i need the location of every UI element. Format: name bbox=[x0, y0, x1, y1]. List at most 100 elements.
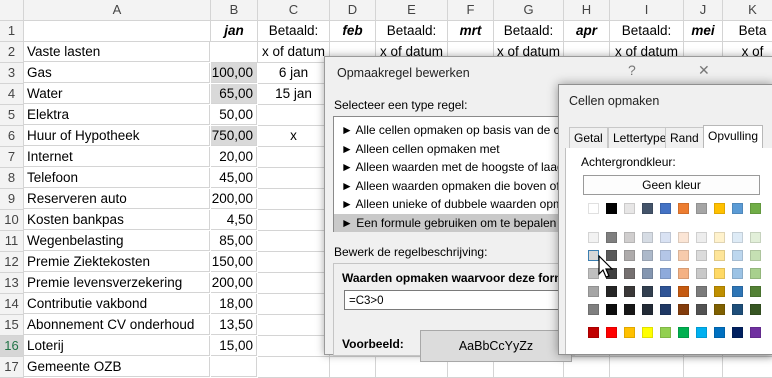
color-swatch[interactable] bbox=[678, 304, 689, 315]
color-swatch[interactable] bbox=[696, 286, 707, 297]
color-swatch[interactable] bbox=[750, 304, 761, 315]
color-swatch[interactable] bbox=[642, 304, 653, 315]
color-swatch[interactable] bbox=[642, 250, 653, 261]
color-swatch[interactable] bbox=[606, 203, 617, 214]
color-swatch[interactable] bbox=[750, 250, 761, 261]
color-swatch[interactable] bbox=[588, 232, 599, 243]
cell-empty[interactable] bbox=[723, 357, 772, 378]
color-swatch[interactable] bbox=[660, 203, 671, 214]
cell-label[interactable]: Water bbox=[24, 84, 210, 104]
formula-input[interactable]: =C3>0 bbox=[344, 290, 576, 310]
cell-j1[interactable]: mei bbox=[684, 21, 723, 42]
color-swatch[interactable] bbox=[714, 304, 725, 315]
cell-paid[interactable] bbox=[258, 231, 330, 252]
cell-label[interactable]: Internet bbox=[24, 147, 210, 167]
color-swatch[interactable] bbox=[714, 268, 725, 279]
color-swatch[interactable] bbox=[678, 286, 689, 297]
cell-amount[interactable] bbox=[211, 357, 257, 377]
cell-empty[interactable] bbox=[684, 357, 723, 378]
cell-paid[interactable] bbox=[258, 294, 330, 315]
color-swatch[interactable] bbox=[588, 203, 599, 214]
tab-getal[interactable]: Getal bbox=[569, 127, 608, 148]
color-swatch[interactable] bbox=[660, 286, 671, 297]
row-header-5[interactable]: 5 bbox=[0, 105, 24, 126]
column-header-f[interactable]: F bbox=[448, 0, 494, 21]
cell-amount[interactable]: 100,00 bbox=[211, 63, 257, 83]
color-swatch[interactable] bbox=[678, 203, 689, 214]
color-swatch[interactable] bbox=[678, 250, 689, 261]
row-header-3[interactable]: 3 bbox=[0, 63, 24, 84]
cell-a2[interactable]: Vaste lasten bbox=[24, 42, 210, 62]
standard-color-swatch[interactable] bbox=[714, 327, 725, 338]
rule-type-option[interactable]: ► Alleen waarden met de hoogste of laags… bbox=[334, 158, 574, 176]
color-swatch[interactable] bbox=[588, 286, 599, 297]
standard-color-swatch[interactable] bbox=[696, 327, 707, 338]
row-header-4[interactable]: 4 bbox=[0, 84, 24, 105]
cell-label[interactable]: Wegenbelasting bbox=[24, 231, 210, 251]
color-swatch[interactable] bbox=[696, 304, 707, 315]
cell-label[interactable]: Huur of Hypotheek bbox=[24, 126, 210, 146]
column-header-d[interactable]: D bbox=[330, 0, 376, 21]
cell-e1[interactable]: Betaald: bbox=[376, 21, 448, 42]
cell-amount[interactable]: 200,00 bbox=[211, 189, 257, 209]
cell-c2[interactable]: x of datum bbox=[258, 42, 330, 63]
cell-paid[interactable] bbox=[258, 273, 330, 294]
cell-amount[interactable]: 4,50 bbox=[211, 210, 257, 230]
cell-amount[interactable]: 750,00 bbox=[211, 126, 257, 146]
color-swatch[interactable] bbox=[642, 203, 653, 214]
row-header-17[interactable]: 17 bbox=[0, 357, 24, 378]
color-swatch[interactable] bbox=[660, 268, 671, 279]
color-swatch[interactable] bbox=[606, 304, 617, 315]
standard-color-swatch[interactable] bbox=[642, 327, 653, 338]
color-swatch[interactable] bbox=[660, 304, 671, 315]
column-header-a[interactable]: A bbox=[24, 0, 211, 21]
standard-color-swatch[interactable] bbox=[606, 327, 617, 338]
color-swatch[interactable] bbox=[642, 268, 653, 279]
color-swatch[interactable] bbox=[714, 286, 725, 297]
rule-type-list[interactable]: ► Alle cellen opmaken op basis van de ce… bbox=[333, 116, 575, 232]
color-swatch[interactable] bbox=[624, 304, 635, 315]
rule-type-option[interactable]: ► Alleen unieke of dubbele waarden opma bbox=[334, 195, 574, 213]
cell-label[interactable]: Gas bbox=[24, 63, 210, 83]
row-header-2[interactable]: 2 bbox=[0, 42, 24, 63]
color-swatch[interactable] bbox=[750, 203, 761, 214]
cell-paid[interactable] bbox=[258, 189, 330, 210]
row-header-16[interactable]: 16 bbox=[0, 336, 24, 357]
cell-paid[interactable]: 6 jan bbox=[258, 63, 330, 84]
color-swatch[interactable] bbox=[678, 268, 689, 279]
cell-amount[interactable]: 200,00 bbox=[211, 273, 257, 293]
cell-label[interactable]: Gemeente OZB bbox=[24, 357, 210, 377]
color-swatch[interactable] bbox=[624, 268, 635, 279]
cell-g1[interactable]: Betaald: bbox=[494, 21, 564, 42]
cell-b2[interactable] bbox=[211, 42, 258, 63]
standard-color-swatch[interactable] bbox=[660, 327, 671, 338]
cell-paid[interactable] bbox=[258, 315, 330, 336]
column-header-h[interactable]: H bbox=[564, 0, 610, 21]
row-header-15[interactable]: 15 bbox=[0, 315, 24, 336]
cell-amount[interactable]: 85,00 bbox=[211, 231, 257, 251]
rule-type-option[interactable]: ► Alleen cellen opmaken met bbox=[334, 140, 574, 158]
color-swatch[interactable] bbox=[678, 232, 689, 243]
row-header-11[interactable]: 11 bbox=[0, 231, 24, 252]
color-swatch[interactable] bbox=[750, 286, 761, 297]
color-swatch[interactable] bbox=[750, 268, 761, 279]
standard-color-swatch[interactable] bbox=[588, 327, 599, 338]
select-all-corner[interactable] bbox=[0, 0, 24, 21]
color-swatch[interactable] bbox=[732, 250, 743, 261]
cell-paid[interactable] bbox=[258, 252, 330, 273]
color-swatch[interactable] bbox=[660, 232, 671, 243]
color-swatch[interactable] bbox=[696, 268, 707, 279]
cell-amount[interactable]: 150,00 bbox=[211, 252, 257, 272]
close-icon[interactable]: ✕ bbox=[698, 62, 710, 79]
row-header-13[interactable]: 13 bbox=[0, 273, 24, 294]
color-swatch[interactable] bbox=[624, 232, 635, 243]
color-swatch[interactable] bbox=[588, 304, 599, 315]
color-swatch[interactable] bbox=[606, 286, 617, 297]
cell-paid[interactable] bbox=[258, 168, 330, 189]
color-swatch[interactable] bbox=[714, 250, 725, 261]
column-header-e[interactable]: E bbox=[376, 0, 448, 21]
color-swatch[interactable] bbox=[714, 232, 725, 243]
cell-amount[interactable]: 18,00 bbox=[211, 294, 257, 314]
color-swatch[interactable] bbox=[732, 304, 743, 315]
color-swatch[interactable] bbox=[714, 203, 725, 214]
